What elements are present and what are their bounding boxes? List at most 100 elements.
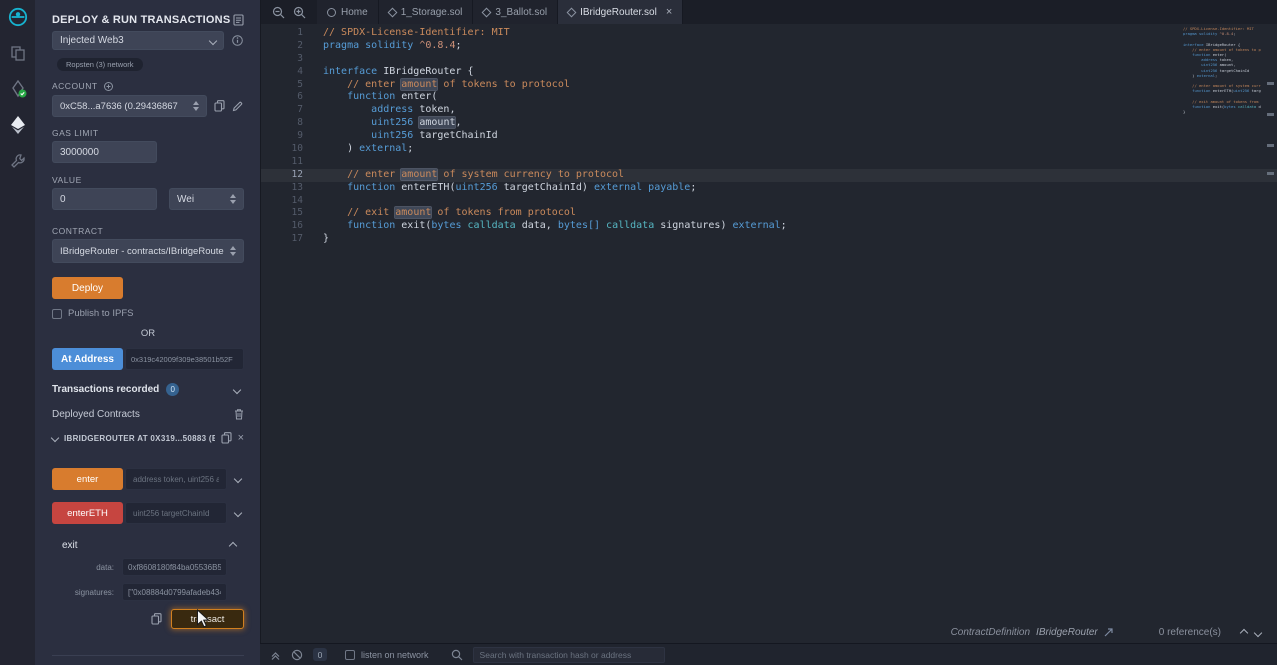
remix-logo-icon[interactable] xyxy=(8,7,28,27)
code-line[interactable]: 14 xyxy=(261,195,1277,208)
enter-function-button[interactable]: enter xyxy=(52,468,123,490)
code-line[interactable]: 4interface IBridgeRouter { xyxy=(261,66,1277,79)
clear-console-icon[interactable] xyxy=(291,649,303,661)
trash-icon[interactable] xyxy=(234,408,244,420)
exit-signatures-label: signatures: xyxy=(52,588,114,597)
copy-calldata-icon[interactable] xyxy=(151,613,162,625)
at-address-button[interactable]: At Address xyxy=(52,348,123,370)
value-unit-select[interactable]: Wei xyxy=(169,188,244,210)
zoom-out-icon[interactable] xyxy=(272,6,285,19)
context-type: ContractDefinition xyxy=(951,627,1030,638)
tab-1-storage[interactable]: 1_Storage.sol xyxy=(379,0,474,24)
network-badge: Ropsten (3) network xyxy=(57,58,143,71)
collapse-function-icon[interactable] xyxy=(229,541,237,549)
editor-context-widget: ContractDefinition IBridgeRouter 0 refer… xyxy=(951,627,1261,638)
zoom-controls xyxy=(261,0,317,24)
gas-limit-input[interactable] xyxy=(52,141,157,163)
debugger-icon[interactable] xyxy=(8,151,28,171)
activity-bar xyxy=(0,0,35,665)
overview-ruler-mark xyxy=(1267,113,1274,116)
account-value: 0xC58...a7636 (0.29436867 xyxy=(60,101,178,112)
account-row: 0xC58...a7636 (0.29436867 xyxy=(52,95,244,117)
zoom-in-icon[interactable] xyxy=(293,6,306,19)
entereth-function-button[interactable]: enterETH xyxy=(52,502,123,524)
exit-signatures-input[interactable] xyxy=(122,583,227,601)
environment-select[interactable]: Injected Web3 xyxy=(52,31,224,50)
close-tab-icon[interactable]: × xyxy=(666,7,672,18)
deploy-and-run-icon[interactable] xyxy=(8,115,28,135)
file-explorer-icon[interactable] xyxy=(8,43,28,63)
publish-ipfs-checkbox[interactable] xyxy=(52,309,62,319)
code-line[interactable]: 13 function enterETH(uint256 targetChain… xyxy=(261,182,1277,195)
expand-terminal-icon[interactable] xyxy=(270,649,281,660)
gas-limit-label: GAS LIMIT xyxy=(52,128,244,138)
tab-ibridgerouter[interactable]: IBridgeRouter.sol × xyxy=(558,0,683,24)
code-line[interactable]: 12 // enter amount of system currency to… xyxy=(261,169,1277,182)
contract-label: CONTRACT xyxy=(52,226,244,236)
chevron-down-icon[interactable] xyxy=(233,385,241,393)
transact-button[interactable]: transact xyxy=(171,609,244,629)
code-line[interactable]: 3 xyxy=(261,53,1277,66)
transact-row: transact xyxy=(52,609,244,629)
copy-instance-icon[interactable] xyxy=(221,432,232,444)
chevron-down-icon[interactable] xyxy=(51,434,59,442)
expand-function-icon[interactable] xyxy=(234,509,242,517)
tab-3-ballot[interactable]: 3_Ballot.sol xyxy=(473,0,558,24)
function-row-enter: enter xyxy=(52,468,244,490)
code-line[interactable]: 8 uint256 amount, xyxy=(261,117,1277,130)
code-line[interactable]: 9 uint256 targetChainId xyxy=(261,130,1277,143)
exit-signatures-row: signatures: xyxy=(52,583,244,601)
enter-params-input[interactable] xyxy=(125,468,227,490)
listen-on-network-row: listen on network xyxy=(345,650,429,660)
code-line[interactable]: 15 // exit amount of tokens from protoco… xyxy=(261,207,1277,220)
code-line[interactable]: 11 xyxy=(261,156,1277,169)
previous-reference-icon[interactable] xyxy=(1240,628,1248,636)
entereth-params-input[interactable] xyxy=(125,502,227,524)
close-instance-icon[interactable]: × xyxy=(238,433,244,444)
expand-function-icon[interactable] xyxy=(234,475,242,483)
low-level-interactions-label: Low level interactions xyxy=(52,655,244,665)
solidity-file-icon xyxy=(387,7,397,17)
code-line[interactable]: 10 ) external; xyxy=(261,143,1277,156)
info-icon[interactable] xyxy=(232,35,243,46)
code-lines: 1// SPDX-License-Identifier: MIT2pragma … xyxy=(261,27,1277,246)
code-line[interactable]: 6 function enter( xyxy=(261,91,1277,104)
exit-data-input[interactable] xyxy=(122,558,227,576)
contract-select[interactable]: IBridgeRouter - contracts/IBridgeRoute xyxy=(52,239,244,263)
value-input[interactable] xyxy=(52,188,157,210)
deploy-button[interactable]: Deploy xyxy=(52,277,123,299)
solidity-compiler-icon[interactable] xyxy=(8,79,28,99)
code-line[interactable]: 2pragma solidity ^0.8.4; xyxy=(261,40,1277,53)
docs-icon[interactable] xyxy=(233,14,244,26)
code-line[interactable]: 7 address token, xyxy=(261,104,1277,117)
overview-ruler[interactable] xyxy=(1267,24,1275,622)
edit-account-icon[interactable] xyxy=(232,101,243,112)
code-line[interactable]: 1// SPDX-License-Identifier: MIT xyxy=(261,27,1277,40)
add-account-icon[interactable] xyxy=(104,82,113,91)
listen-on-network-label: listen on network xyxy=(361,650,429,660)
home-tab-icon xyxy=(327,8,336,17)
at-address-input[interactable]: 0x319c42009f309e38501b52F xyxy=(125,348,244,370)
tab-home[interactable]: Home xyxy=(317,0,379,24)
deploy-run-panel: DEPLOY & RUN TRANSACTIONS Injected Web3 … xyxy=(35,0,260,665)
copy-account-icon[interactable] xyxy=(214,100,225,112)
account-select[interactable]: 0xC58...a7636 (0.29436867 xyxy=(52,95,207,117)
next-reference-icon[interactable] xyxy=(1254,628,1262,636)
terminal-search-input[interactable] xyxy=(473,647,665,663)
code-line[interactable]: 5 // enter amount of tokens to protocol xyxy=(261,79,1277,92)
remix-app: DEPLOY & RUN TRANSACTIONS Injected Web3 … xyxy=(0,0,1277,665)
select-stepper-icon xyxy=(193,101,199,111)
environment-value: Injected Web3 xyxy=(60,35,124,46)
transactions-recorded-row[interactable]: Transactions recorded 0 xyxy=(52,383,244,396)
deployed-instance-header[interactable]: IBRIDGEROUTER AT 0X319...50883 (BL × xyxy=(52,432,244,444)
terminal-bar: 0 listen on network xyxy=(260,643,1277,665)
minimap[interactable]: // SPDX-License-Identifier: MITpragma so… xyxy=(1183,26,1261,114)
solidity-file-icon xyxy=(482,7,492,17)
code-line[interactable]: 17} xyxy=(261,233,1277,246)
listen-on-network-checkbox[interactable] xyxy=(345,650,355,660)
code-area: 1// SPDX-License-Identifier: MIT2pragma … xyxy=(261,24,1277,622)
exit-function-header[interactable]: exit xyxy=(52,540,244,551)
goto-reference-icon[interactable] xyxy=(1104,628,1113,637)
pending-transactions-badge: 0 xyxy=(313,648,327,661)
code-line[interactable]: 16 function exit(bytes calldata data, by… xyxy=(261,220,1277,233)
